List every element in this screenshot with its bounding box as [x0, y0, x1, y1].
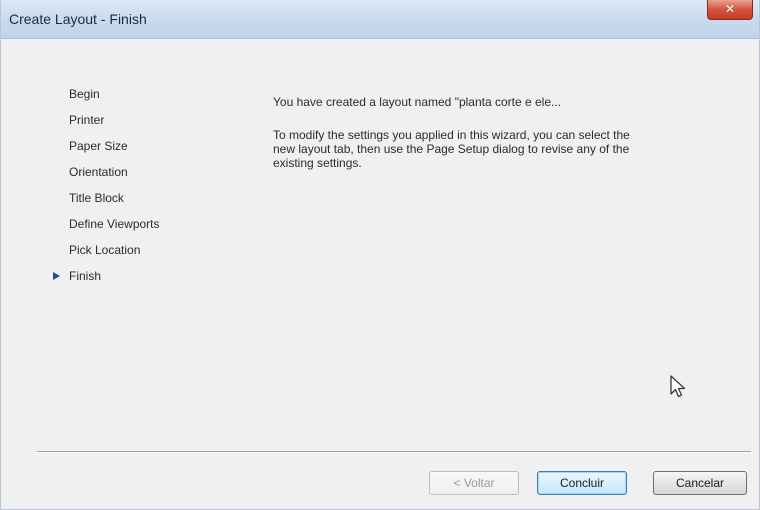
back-button[interactable]: < Voltar — [429, 471, 519, 495]
wizard-step-finish: Finish — [51, 263, 160, 289]
wizard-step-pick-location: Pick Location — [51, 237, 160, 263]
wizard-step-printer: Printer — [51, 107, 160, 133]
close-button[interactable]: ✕ — [707, 0, 753, 20]
wizard-steps-list: Begin Printer Paper Size Orientation Tit… — [51, 81, 160, 289]
mouse-pointer-icon — [670, 375, 686, 398]
wizard-step-title-block: Title Block — [51, 185, 160, 211]
button-separator — [37, 451, 751, 453]
wizard-step-begin: Begin — [51, 81, 160, 107]
wizard-step-label: Printer — [69, 113, 105, 127]
wizard-step-define-viewports: Define Viewports — [51, 211, 160, 237]
wizard-step-label: Finish — [69, 269, 102, 283]
play-arrow-icon — [53, 272, 60, 280]
layout-created-text: You have created a layout named "planta … — [273, 95, 562, 109]
wizard-step-label: Title Block — [69, 191, 124, 205]
wizard-step-label: Pick Location — [69, 243, 141, 257]
create-layout-dialog: Create Layout - Finish ✕ Begin Printer P… — [0, 0, 760, 510]
wizard-step-label: Define Viewports — [69, 217, 160, 231]
wizard-step-paper-size: Paper Size — [51, 133, 160, 159]
finish-button[interactable]: Concluir — [537, 471, 627, 495]
wizard-step-orientation: Orientation — [51, 159, 160, 185]
finish-message: You have created a layout named "planta … — [273, 95, 673, 170]
wizard-step-label: Orientation — [69, 165, 128, 179]
window-title: Create Layout - Finish — [9, 11, 147, 27]
title-bar[interactable]: Create Layout - Finish ✕ — [1, 0, 759, 39]
wizard-step-label: Begin — [69, 87, 100, 101]
dialog-body: Begin Printer Paper Size Orientation Tit… — [1, 39, 759, 509]
cancel-button[interactable]: Cancelar — [653, 471, 747, 495]
modify-settings-text: To modify the settings you applied in th… — [273, 128, 630, 170]
wizard-step-label: Paper Size — [69, 139, 128, 153]
